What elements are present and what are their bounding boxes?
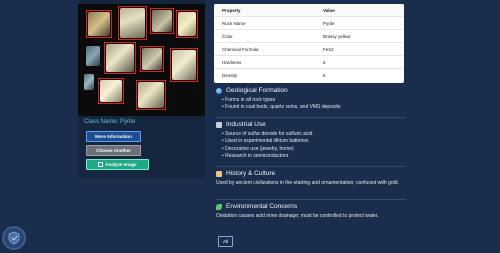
globe-icon (216, 87, 222, 94)
crystal-11 (84, 74, 94, 90)
table-cell-property: Chemical Formula (222, 46, 259, 52)
image-result-card: Class Name: Pyrite More Information Choo… (78, 0, 205, 178)
list-item: Decorative use (jewelry, home) (222, 146, 406, 153)
detection-box (150, 8, 174, 34)
column-header-property: Property (222, 7, 241, 13)
table-cell-property: Rock Name (222, 20, 246, 26)
detection-box (98, 78, 124, 104)
section-history-culture: History & Culture Used by ancient civili… (216, 170, 406, 187)
table-cell-property: Hardness (222, 59, 242, 65)
column-header-value: Value (323, 7, 335, 13)
divider (216, 117, 406, 118)
table-cell-value: 6 (323, 59, 326, 65)
bullet-list: Source of sulfur dioxide for sulfuric ac… (222, 131, 406, 161)
list-item: Research in semiconductors (222, 153, 406, 160)
more-information-button[interactable]: More Information (86, 131, 141, 142)
list-item: Found in coal beds, quartz veins, and VM… (222, 104, 406, 111)
table-row: Chemical Formula FeS2 (214, 43, 404, 56)
section-title-row: Environmental Concerns (216, 203, 406, 210)
detection-box (176, 10, 198, 38)
detection-box (104, 42, 136, 74)
section-title-row: Geological Formation (216, 87, 406, 94)
table-row: Hardness 6 (214, 56, 404, 69)
detection-box (140, 46, 164, 72)
table-cell-property: Density (222, 73, 238, 78)
table-row: Rock Name Pyrite (214, 17, 404, 30)
table-header-row: Property Value (214, 4, 404, 17)
divider (216, 166, 406, 167)
scan-icon (98, 162, 104, 167)
section-industrial-use: Industrial Use Source of sulfur dioxide … (216, 121, 406, 161)
table-cell-value: FeS2 (323, 46, 334, 52)
seedling-icon (216, 203, 222, 210)
detection-box (86, 10, 112, 38)
properties-table: Property Value Rock Name Pyrite Color Br… (214, 4, 404, 83)
detection-box (118, 6, 147, 40)
factory-icon (216, 121, 222, 128)
list-item: Source of sulfur dioxide for sulfuric ac… (222, 131, 406, 138)
crystal-8 (86, 46, 100, 66)
table-cell-value: Pyrite (323, 20, 335, 26)
class-name-label: Class Name: Pyrite (84, 119, 136, 125)
divider (216, 199, 406, 200)
section-title: History & Culture (226, 170, 276, 177)
section-title-row: History & Culture (216, 170, 406, 177)
section-text: Oxidation causes acid mine drainage; mus… (216, 213, 379, 219)
analyze-image-button[interactable]: Analyze Image (86, 159, 149, 170)
analyze-image-label: Analyze Image (105, 162, 137, 167)
section-title-row: Industrial Use (216, 121, 406, 128)
table-cell-property: Color (222, 33, 233, 39)
table-row: Color Brassy yellow (214, 30, 404, 43)
app-logo (2, 226, 26, 250)
list-item: Forms in all rock types (222, 97, 406, 104)
table-row: Density 5 (214, 69, 404, 82)
table-cell-value: 5 (323, 73, 326, 78)
shield-logo-icon (8, 231, 20, 245)
section-geological-formation: Geological Formation Forms in all rock t… (216, 87, 406, 112)
section-title: Environmental Concerns (226, 203, 298, 210)
detection-box (170, 48, 198, 82)
list-item: Used in experimental lithium batteries (222, 138, 406, 145)
table-cell-value: Brassy yellow (323, 33, 351, 39)
choose-another-button[interactable]: Choose Another (86, 145, 141, 156)
all-button[interactable]: All (218, 236, 233, 247)
section-text: Used by ancient civilizations in fire-st… (216, 180, 399, 186)
detection-box (136, 80, 166, 110)
scroll-icon (216, 170, 222, 177)
rock-photo (78, 4, 205, 116)
section-environmental-concerns: Environmental Concerns Oxidation causes … (216, 203, 406, 220)
section-title: Geological Formation (226, 87, 288, 94)
bullet-list: Forms in all rock types Found in coal be… (222, 97, 406, 112)
section-title: Industrial Use (226, 121, 266, 128)
